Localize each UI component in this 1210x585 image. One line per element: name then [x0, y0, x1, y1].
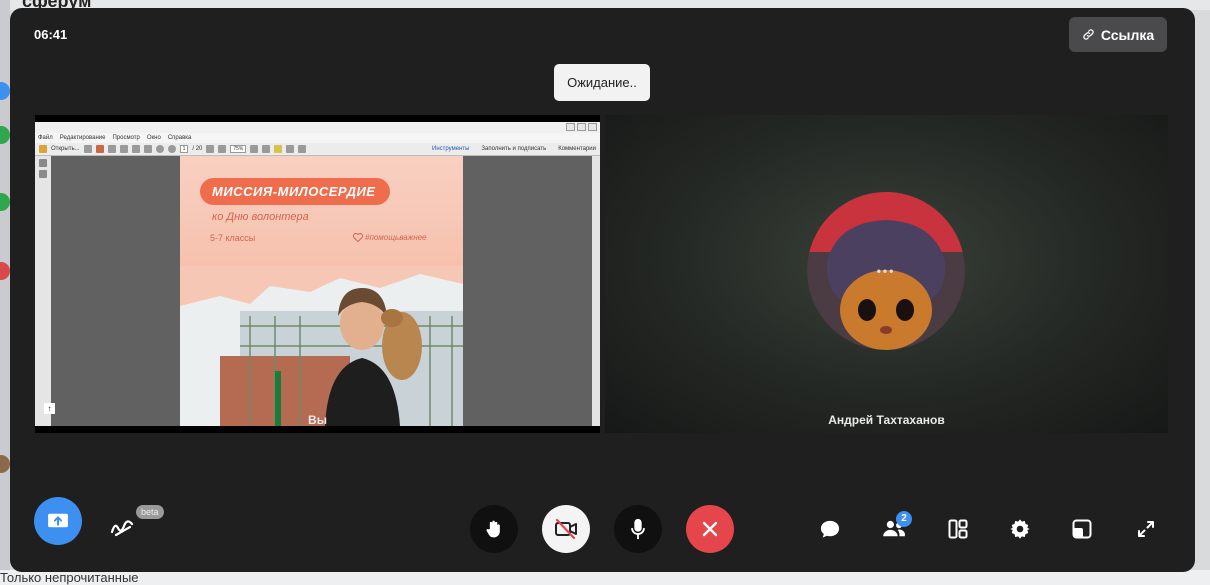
camera-off-icon — [555, 519, 577, 539]
sign-icon — [286, 145, 295, 153]
fullscreen-button[interactable] — [1130, 513, 1162, 545]
expand-icon — [298, 145, 307, 153]
connecting-dots: ••• — [876, 264, 896, 278]
toolbar-tab: Инструменты — [432, 146, 470, 152]
shared-window-titlebar — [35, 122, 600, 133]
background-avatar — [0, 455, 10, 473]
screen-share-icon — [48, 513, 68, 528]
toolbar-tab: Заполнить и подписать — [481, 146, 547, 152]
toolbar-tab: Комментарии — [558, 146, 596, 152]
mail-icon — [143, 145, 152, 153]
maximize-icon — [577, 123, 586, 131]
chat-icon — [820, 520, 840, 538]
copy-link-button[interactable]: Ссылка — [1069, 17, 1167, 52]
raise-hand-button[interactable] — [470, 505, 518, 553]
remote-avatar: ••• — [807, 192, 965, 350]
beta-badge: beta — [136, 505, 164, 519]
background-filter-label[interactable]: Только непрочитанные — [0, 570, 139, 585]
microphone-icon — [631, 518, 645, 540]
gear-icon — [1010, 519, 1030, 539]
zoom-out-icon — [206, 145, 215, 153]
shared-window-scrollbar — [592, 156, 600, 426]
whiteboard-button[interactable] — [106, 512, 138, 544]
edit-icon — [107, 145, 116, 153]
settings-button[interactable] — [1004, 513, 1036, 545]
close-window-icon — [588, 123, 597, 131]
page-field: 1 — [179, 145, 189, 153]
layout-icon — [948, 519, 968, 539]
menu-item: Справка — [167, 135, 192, 141]
slide-brand: #помощьважнее — [353, 233, 427, 242]
link-icon — [1083, 29, 1094, 40]
status-toast: Ожидание.. — [554, 64, 650, 101]
picture-in-picture-icon — [1072, 519, 1092, 539]
end-call-button[interactable] — [686, 505, 734, 553]
attachment-icon — [39, 170, 47, 178]
camera-toggle-button[interactable] — [542, 505, 590, 553]
remote-tile-label: Андрей Тахтаханов — [828, 413, 945, 427]
background-avatar — [0, 126, 10, 144]
background-footer — [0, 570, 1210, 585]
call-window: 06:41 Ссылка Ожидание.. Файл Редактирова… — [10, 8, 1195, 572]
comment-icon — [274, 145, 283, 153]
arrow-down-icon — [167, 145, 176, 153]
folder-icon — [39, 145, 47, 153]
minimize-icon — [566, 123, 575, 131]
pages-icon — [39, 159, 47, 167]
slide-subtitle: ко Дню волонтера — [212, 211, 309, 223]
background-avatar — [0, 82, 10, 100]
heart-icon — [353, 233, 363, 242]
background-avatar — [0, 193, 10, 211]
background-avatar — [0, 262, 10, 280]
remote-video-tile[interactable]: ••• Андрей Тахтаханов — [605, 115, 1168, 433]
layout-button[interactable] — [942, 513, 974, 545]
menu-item: Редактирование — [59, 135, 106, 141]
edit-icon — [131, 145, 140, 153]
microphone-button[interactable] — [614, 505, 662, 553]
shared-screen: Файл Редактирование Просмотр Окно Справк… — [35, 122, 600, 426]
arrow-up-icon — [155, 145, 164, 153]
page-total: / 20 — [192, 145, 203, 152]
call-timer: 06:41 — [34, 27, 68, 42]
slide-brand-text: #помощьважнее — [365, 233, 427, 242]
menu-item: Просмотр — [112, 135, 140, 141]
self-tile-label: Вы — [308, 413, 327, 427]
background-sidebar — [0, 0, 10, 585]
shared-document-page: МИССИЯ-МИЛОСЕРДИЕ ко Дню волонтера 5-7 к… — [180, 156, 463, 426]
fullscreen-icon — [1138, 521, 1154, 537]
whiteboard-icon — [110, 520, 134, 537]
participants-count-badge: 2 — [896, 511, 912, 527]
picture-in-picture-button[interactable] — [1066, 513, 1098, 545]
window-controls — [566, 123, 597, 131]
shared-window-toolbar: Открыть... 1 / 20 75% Инструменты Заполн… — [35, 143, 600, 156]
shared-window-menu: Файл Редактирование Просмотр Окно Справк… — [35, 133, 600, 143]
toolbar-right-tabs: Инструменты Заполнить и подписать Коммен… — [432, 143, 596, 156]
close-icon — [702, 521, 718, 537]
menu-item: Окно — [146, 135, 161, 141]
slide-photo — [180, 266, 463, 426]
screen-share-button[interactable] — [34, 497, 82, 545]
copy-link-label: Ссылка — [1100, 26, 1155, 43]
self-video-tile[interactable]: Файл Редактирование Просмотр Окно Справк… — [35, 115, 600, 433]
menu-item: Файл — [38, 135, 53, 141]
edit-icon — [119, 145, 128, 153]
slide-title-pill: МИССИЯ-МИЛОСЕРДИЕ — [200, 178, 390, 205]
slide-grade: 5-7 классы — [210, 233, 256, 243]
open-label: Открыть... — [51, 145, 80, 152]
print-icon — [83, 145, 92, 153]
zoom-in-icon — [218, 145, 227, 153]
zoom-field: 75% — [230, 145, 247, 153]
chat-button[interactable] — [814, 513, 846, 545]
shared-window-sidebar — [35, 156, 51, 426]
fit-icon — [262, 145, 271, 153]
edit-icon — [95, 145, 104, 153]
raise-hand-icon — [486, 520, 500, 538]
fit-icon — [250, 145, 259, 153]
